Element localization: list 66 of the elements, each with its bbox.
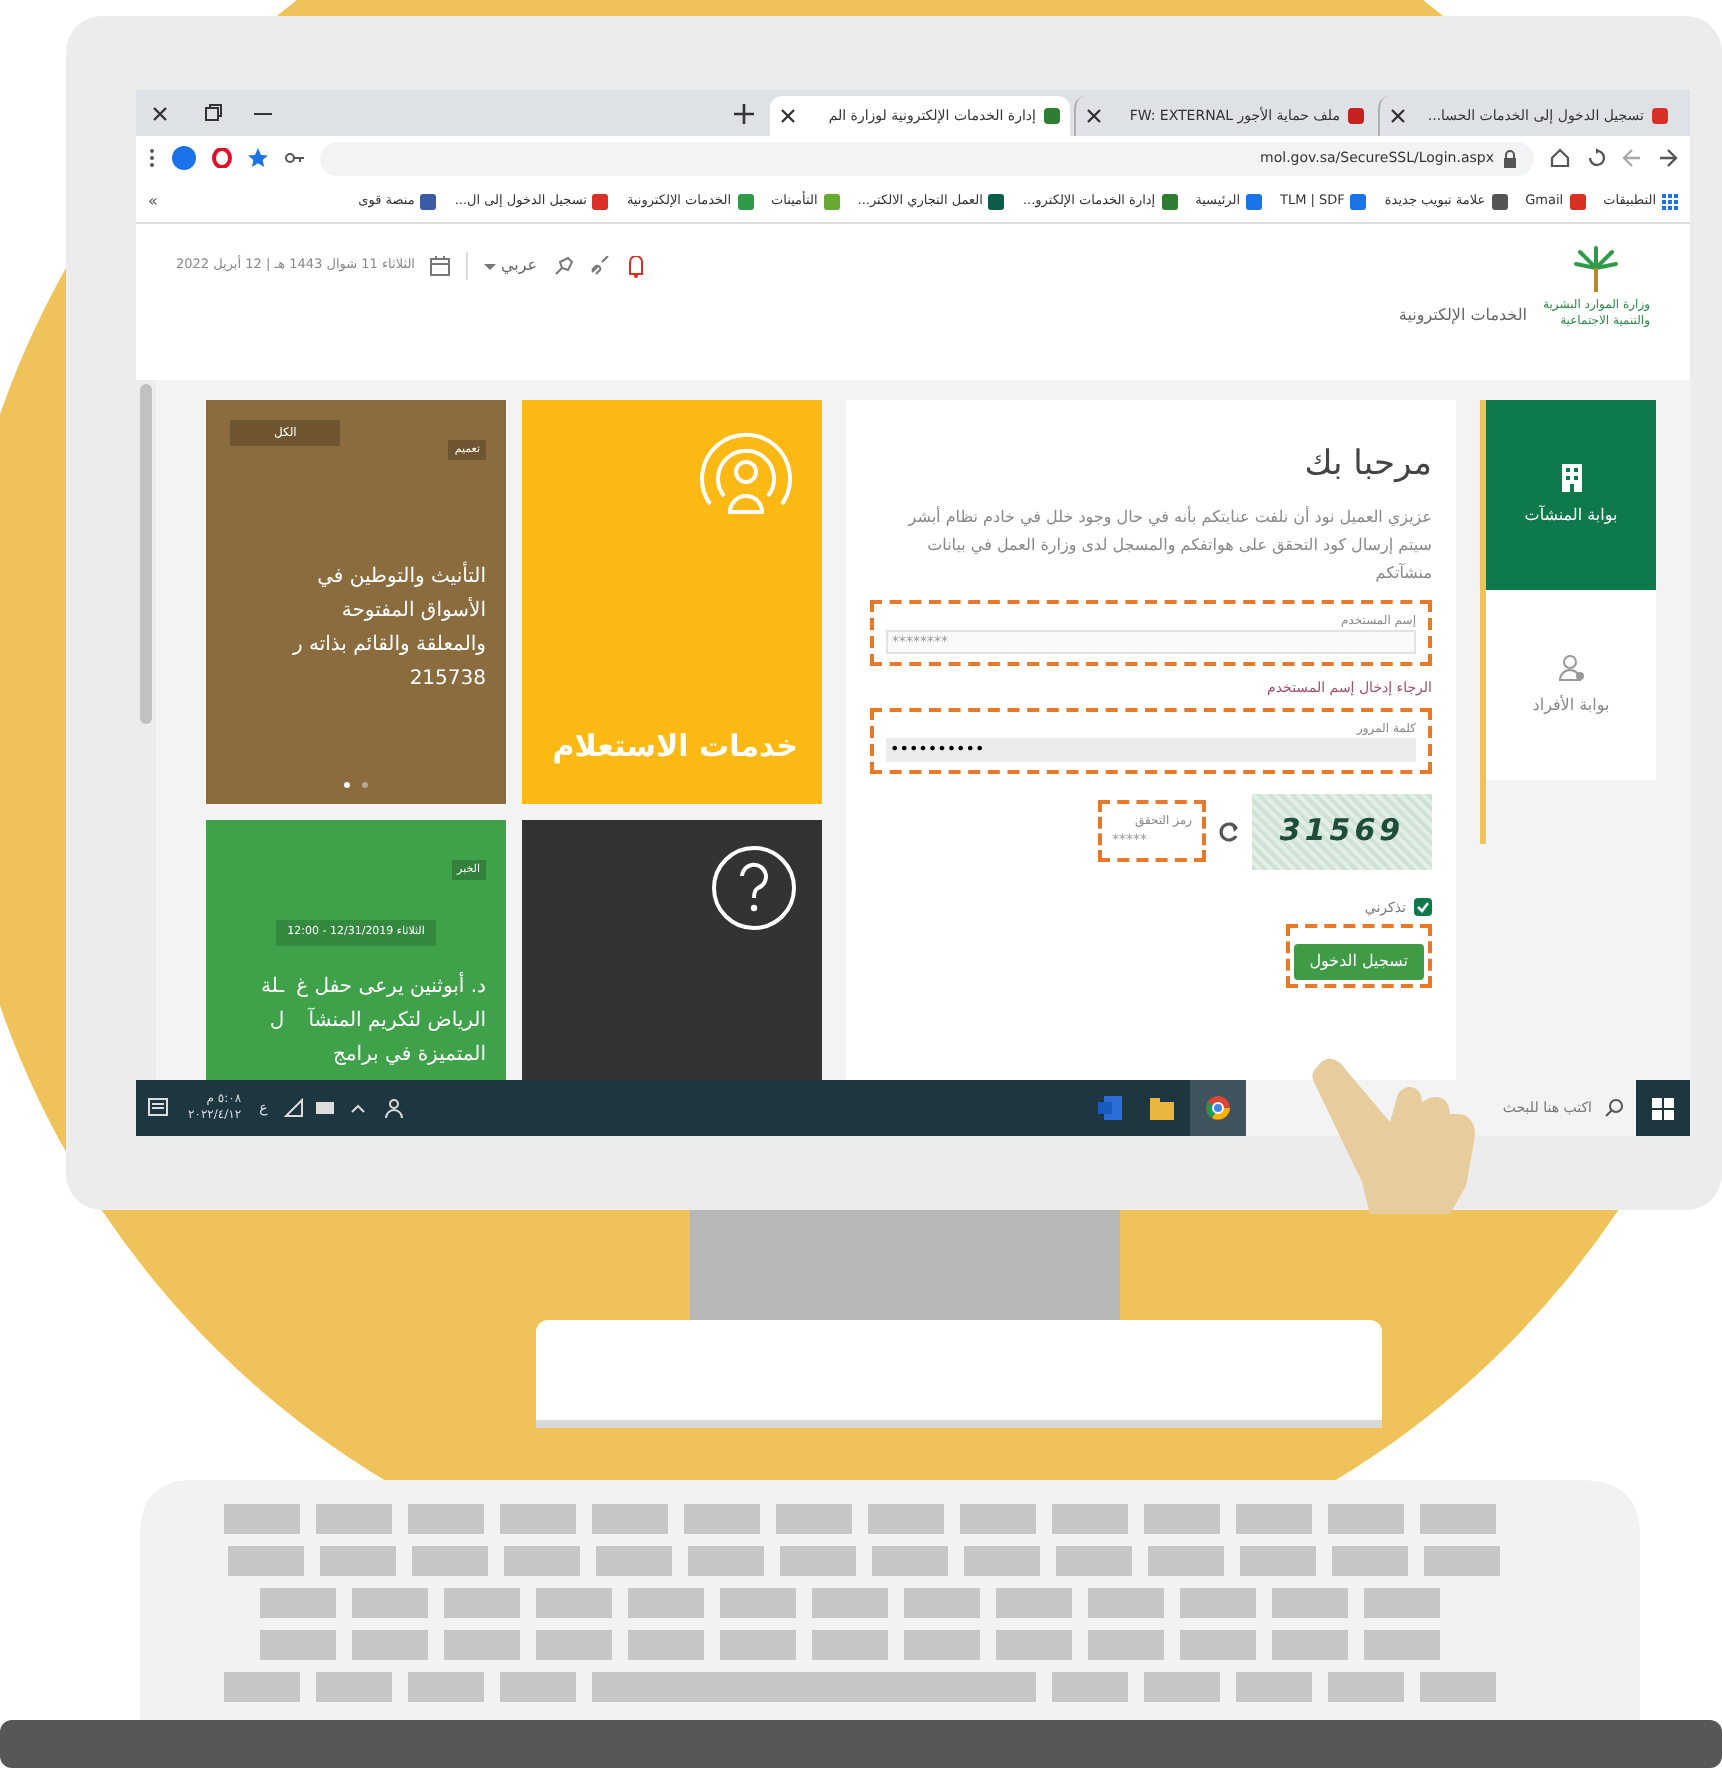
tile-title: خدمات الاستعلام [550,725,798,768]
login-button[interactable]: تسجيل الدخول [1293,944,1424,980]
news-text: التأنيث والتوطين في الأسواق المفتوحة والمعلقة والقائم بذاته ر 215738 [292,560,486,697]
link-icon[interactable] [589,256,610,276]
checkbox[interactable] [1414,898,1432,917]
portal-tab[interactable]: بوابة المنشآت [1486,400,1656,590]
folder-icon[interactable] [1150,1097,1174,1119]
document-icon[interactable] [1098,1096,1122,1120]
login-title: مرحبا بك [1302,442,1432,488]
building-icon [1557,463,1585,491]
people-icon[interactable] [383,1098,404,1118]
windows-start-icon[interactable] [1652,1097,1674,1119]
plus-icon[interactable] [734,103,754,123]
monitor-icon[interactable] [315,1100,336,1116]
more-bookmarks-link[interactable]: » [148,189,158,213]
notification-icon[interactable] [148,1098,168,1118]
bookmark-favicon-icon [1569,193,1586,209]
bookmark-favicon-icon [1491,193,1508,209]
lock-icon [1502,149,1518,167]
close-icon[interactable] [1390,108,1406,124]
bookmark-favicon-icon [737,193,754,209]
bookmark-favicon-icon [1161,193,1178,209]
back-arrow-icon[interactable] [1658,148,1678,168]
favicon-icon [1652,108,1668,124]
profile-avatar-icon[interactable] [172,146,196,170]
network-icon[interactable] [283,1098,304,1118]
section-title: الخدمات الإلكترونية [1398,304,1528,328]
close-icon[interactable] [780,108,796,124]
favicon-icon [1044,108,1060,124]
captcha-image: 31569 [1252,793,1432,869]
caret-icon [484,263,497,269]
chevron-up-icon[interactable] [349,1100,366,1116]
palm-tree-logo-icon [1572,244,1621,294]
key-icon[interactable] [284,148,304,168]
bell-icon[interactable] [625,255,646,277]
star-icon[interactable] [248,148,268,168]
apps-grid-icon[interactable] [1662,193,1678,209]
notice-text: عزيزي العميل نود أن نلفت عنايتكم بأنه في حال وجود خلل في خادم نظام أبشر سيتم إرسال كود التحقق على هواتفكم والمسجل لدى وزارة العمل في بيانات منشآتكم [905,503,1432,586]
question-icon [710,844,798,932]
news-text: ـلة ل [261,973,285,1035]
bookmark-favicon-icon [1246,193,1262,209]
refresh-icon[interactable] [1218,819,1240,843]
close-icon[interactable] [152,105,168,121]
bookmark-favicon-icon [823,193,840,209]
bookmark-favicon-icon [1350,193,1367,209]
language-dropdown[interactable]: عربي [484,254,538,278]
pin-icon[interactable] [553,256,574,276]
ring-icon[interactable] [212,148,232,168]
close-icon[interactable] [1086,108,1102,124]
password-field[interactable]: •••••••••• [886,737,1416,761]
bookmark-favicon-icon [988,193,1005,209]
reload-icon[interactable] [1586,148,1606,168]
person-icon [1557,653,1585,681]
search-icon [1604,1098,1624,1118]
news-text: د. أبوثنين يرعى حفل غ الرياض لتكريم المنشآ المتميزة في برامج [296,970,486,1069]
bookmark-favicon-icon [592,193,609,209]
restore-icon[interactable] [204,104,222,122]
calendar-icon [430,256,451,276]
menu-icon[interactable] [148,148,156,168]
portal-tab[interactable]: بوابة الأفراد [1486,590,1656,780]
favicon-icon [1348,108,1364,124]
scrollbar[interactable] [136,380,156,1080]
home-icon[interactable] [1550,148,1570,168]
bookmark-favicon-icon [420,193,437,209]
chrome-icon [1206,1096,1230,1120]
taskbar-app-button[interactable] [1190,1080,1246,1136]
